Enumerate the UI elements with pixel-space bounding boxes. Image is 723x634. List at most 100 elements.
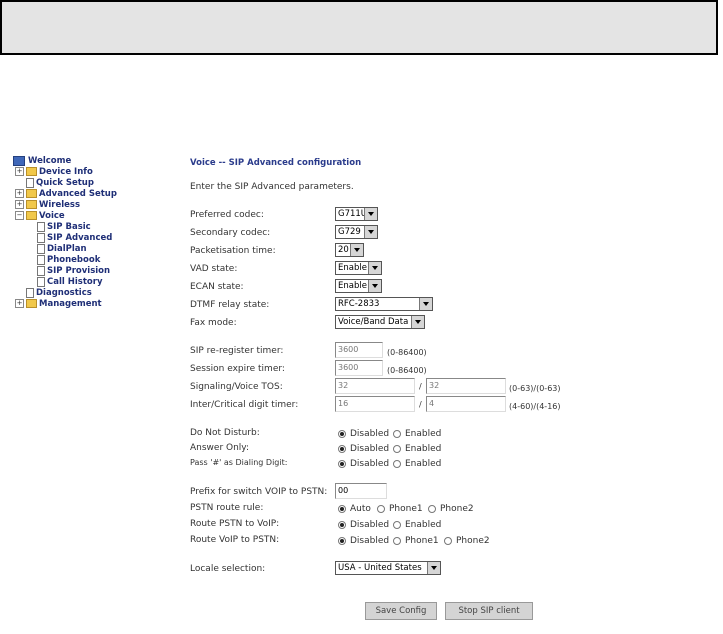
voice-tos-input[interactable]: 32 xyxy=(426,378,506,394)
preferred-codec-select[interactable]: G711U xyxy=(335,207,378,221)
chevron-down-icon xyxy=(364,226,377,238)
nav-phonebook[interactable]: Phonebook xyxy=(37,254,100,265)
vad-state-select[interactable]: Enable xyxy=(335,261,382,275)
nav-call-history[interactable]: Call History xyxy=(37,276,102,287)
pstn-to-voip-enabled-radio[interactable]: Enabled xyxy=(393,520,441,530)
ecan-state-label: ECAN state: xyxy=(190,282,244,292)
pass-hash-enabled-radio[interactable]: Enabled xyxy=(393,459,441,469)
page-icon xyxy=(26,287,34,298)
page-icon xyxy=(37,243,45,254)
nav-voice[interactable]: − Voice xyxy=(15,210,65,221)
radio-label: Enabled xyxy=(405,459,442,469)
nav-label: Quick Setup xyxy=(36,177,94,188)
secondary-codec-label: Secondary codec: xyxy=(190,228,271,238)
nav-management[interactable]: + Management xyxy=(15,298,102,309)
locale-label: Locale selection: xyxy=(190,564,266,574)
pass-hash-label: Pass '#' as Dialing Digit: xyxy=(190,458,288,467)
ecan-state-select[interactable]: Enable xyxy=(335,279,382,293)
nav-sip-provision[interactable]: SIP Provision xyxy=(37,265,110,276)
chevron-down-icon xyxy=(368,262,381,274)
packetisation-time-select[interactable]: 20 xyxy=(335,243,364,257)
folder-icon xyxy=(26,167,37,176)
critical-digit-input[interactable]: 4 xyxy=(426,396,506,412)
nav-diagnostics[interactable]: Diagnostics xyxy=(26,287,92,298)
digit-separator: / xyxy=(419,400,422,409)
signaling-tos-input[interactable]: 32 xyxy=(335,378,415,394)
expand-icon[interactable]: + xyxy=(15,189,24,198)
radio-label: Enabled xyxy=(405,520,442,530)
dnd-disabled-radio[interactable]: Disabled xyxy=(338,429,389,439)
page-icon xyxy=(37,254,45,265)
reregister-range: (0-86400) xyxy=(387,348,427,357)
chevron-down-icon xyxy=(364,208,377,220)
pstn-route-rule-label: PSTN route rule: xyxy=(190,503,264,513)
intro-text: Enter the SIP Advanced parameters. xyxy=(190,182,354,192)
nav-advanced-setup[interactable]: + Advanced Setup xyxy=(15,188,117,199)
voip-to-pstn-phone1-radio[interactable]: Phone1 xyxy=(393,536,439,546)
nav-sip-advanced[interactable]: SIP Advanced xyxy=(37,232,112,243)
stop-sip-client-button[interactable]: Stop SIP client xyxy=(445,602,533,620)
dnd-label: Do Not Disturb: xyxy=(190,428,260,438)
reregister-timer-input[interactable]: 3600 xyxy=(335,342,383,358)
radio-selected-icon xyxy=(338,460,346,468)
select-value: Enable xyxy=(338,281,367,291)
voip-to-pstn-disabled-radio[interactable]: Disabled xyxy=(338,536,389,546)
secondary-codec-select[interactable]: G729 xyxy=(335,225,378,239)
voip-to-pstn-label: Route VoIP to PSTN: xyxy=(190,535,280,545)
radio-icon xyxy=(393,460,401,468)
dtmf-relay-label: DTMF relay state: xyxy=(190,300,270,310)
radio-icon xyxy=(393,430,401,438)
fax-mode-select[interactable]: Voice/Band Data xyxy=(335,315,425,329)
inter-digit-input[interactable]: 16 xyxy=(335,396,415,412)
prefix-input[interactable]: 00 xyxy=(335,483,387,499)
expand-icon[interactable]: + xyxy=(15,167,24,176)
voip-to-pstn-phone2-radio[interactable]: Phone2 xyxy=(444,536,490,546)
expand-icon[interactable]: + xyxy=(15,200,24,209)
pstn-to-voip-disabled-radio[interactable]: Disabled xyxy=(338,520,389,530)
radio-icon xyxy=(393,537,401,545)
answer-only-disabled-radio[interactable]: Disabled xyxy=(338,444,389,454)
folder-icon xyxy=(26,299,37,308)
dnd-enabled-radio[interactable]: Enabled xyxy=(393,429,441,439)
pstn-to-voip-label: Route PSTN to VoIP: xyxy=(190,519,280,529)
tos-range: (0-63)/(0-63) xyxy=(509,384,561,393)
nav-label: Device Info xyxy=(39,166,93,177)
nav-wireless[interactable]: + Wireless xyxy=(15,199,80,210)
page-icon xyxy=(26,177,34,188)
prefix-label: Prefix for switch VOIP to PSTN: xyxy=(190,487,328,497)
radio-selected-icon xyxy=(338,521,346,529)
save-config-button[interactable]: Save Config xyxy=(365,602,437,620)
reregister-timer-label: SIP re-register timer: xyxy=(190,346,284,356)
radio-label: Enabled xyxy=(405,444,442,454)
route-rule-phone1-radio[interactable]: Phone1 xyxy=(377,504,423,514)
nav-device-info[interactable]: + Device Info xyxy=(15,166,93,177)
page-icon xyxy=(37,276,45,287)
nav-label: Diagnostics xyxy=(36,287,92,298)
radio-label: Disabled xyxy=(350,444,390,454)
radio-icon xyxy=(377,505,385,513)
nav-quick-setup[interactable]: Quick Setup xyxy=(26,177,94,188)
nav-label: Management xyxy=(39,298,102,309)
locale-select[interactable]: USA - United States xyxy=(335,561,441,575)
select-value: G729 xyxy=(338,227,361,237)
top-banner xyxy=(0,0,718,55)
dtmf-relay-select[interactable]: RFC-2833 xyxy=(335,297,433,311)
nav-label: Call History xyxy=(47,276,103,287)
route-rule-phone2-radio[interactable]: Phone2 xyxy=(428,504,474,514)
fax-mode-label: Fax mode: xyxy=(190,318,237,328)
nav-sip-basic[interactable]: SIP Basic xyxy=(37,221,91,232)
pass-hash-disabled-radio[interactable]: Disabled xyxy=(338,459,389,469)
nav-welcome[interactable]: Welcome xyxy=(13,155,71,166)
tos-separator: / xyxy=(419,382,422,391)
session-expire-input[interactable]: 3600 xyxy=(335,360,383,376)
expand-icon[interactable]: + xyxy=(15,299,24,308)
session-expire-label: Session expire timer: xyxy=(190,364,285,374)
vad-state-label: VAD state: xyxy=(190,264,238,274)
page-title: Voice -- SIP Advanced configuration xyxy=(190,158,362,168)
route-rule-auto-radio[interactable]: Auto xyxy=(338,504,371,514)
chevron-down-icon xyxy=(427,562,440,574)
chevron-down-icon xyxy=(350,244,363,256)
collapse-icon[interactable]: − xyxy=(15,211,24,220)
answer-only-enabled-radio[interactable]: Enabled xyxy=(393,444,441,454)
nav-dialplan[interactable]: DialPlan xyxy=(37,243,87,254)
